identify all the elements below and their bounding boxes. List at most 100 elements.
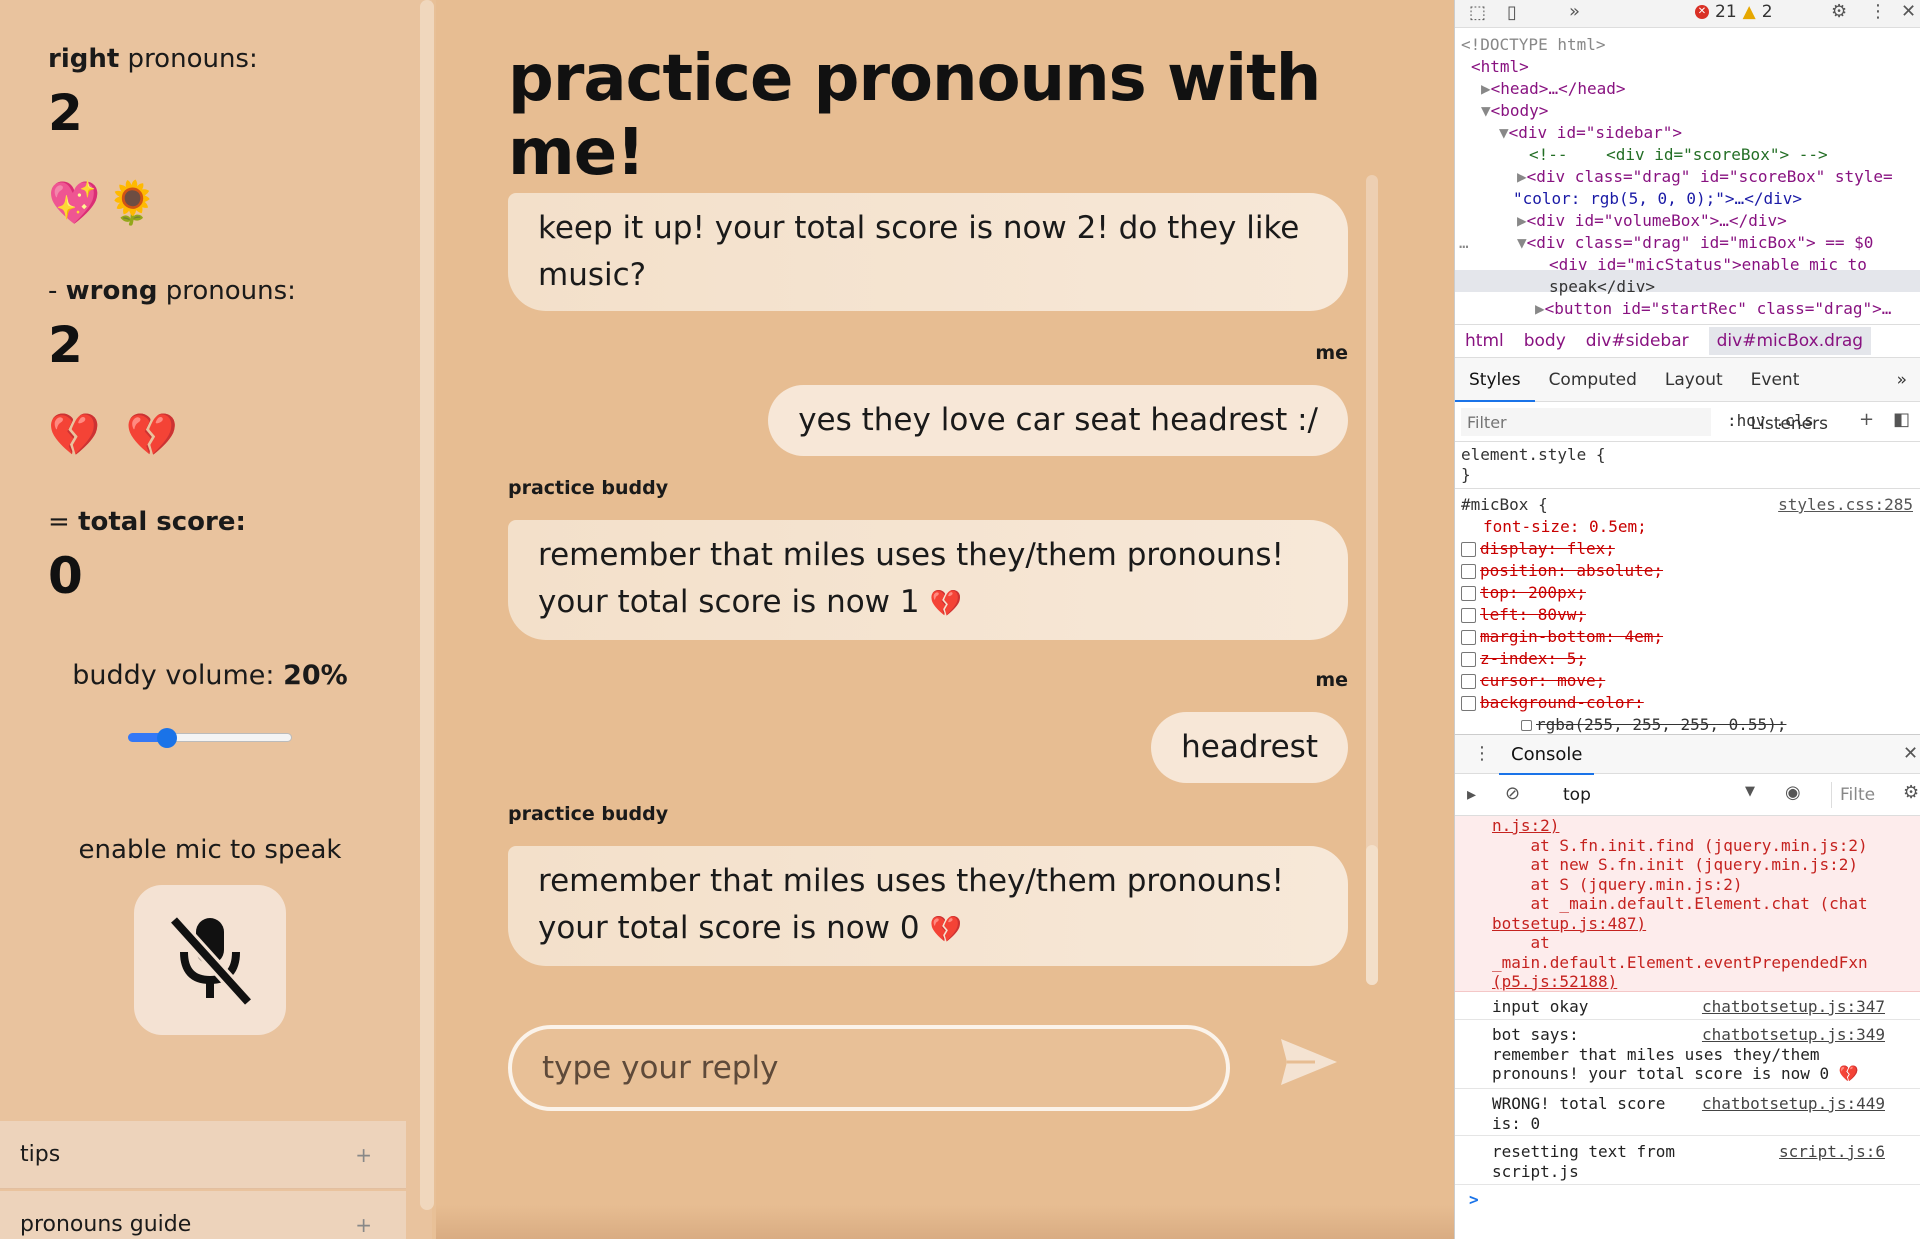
css-property[interactable]: font-size: 0.5em; (1483, 516, 1647, 538)
sidebar-scrollbar[interactable] (420, 0, 434, 1210)
more-panels-icon[interactable]: » (1569, 1, 1580, 22)
chat-log[interactable]: keep it up! your total score is now 2! d… (508, 175, 1348, 995)
clear-console-icon[interactable]: ⊘ (1505, 783, 1520, 804)
property-checkbox[interactable] (1461, 696, 1476, 711)
drawer-menu-icon[interactable]: ⋮ (1473, 743, 1491, 764)
add-rule-icon[interactable]: + (1859, 409, 1874, 430)
tab-event-listeners[interactable]: Event Listeners (1737, 358, 1883, 434)
collapse-arrow-icon[interactable]: ▼ (1481, 101, 1491, 120)
property-checkbox[interactable] (1461, 608, 1476, 623)
error-line[interactable]: (p5.js:52188) (1492, 972, 1617, 992)
dom-node[interactable]: <html> (1471, 56, 1529, 78)
css-value-line: rgba(255, 255, 255, 0.55); (1521, 714, 1786, 734)
send-button[interactable] (1276, 1035, 1342, 1091)
console-log[interactable]: n.js:2) at S.fn.init.find (jquery.min.js… (1455, 816, 1920, 1239)
context-selector[interactable]: top (1563, 785, 1591, 805)
dom-node[interactable]: ▶<button id="startRec" class="drag">… (1535, 298, 1891, 320)
log-source-link[interactable]: chatbotsetup.js:349 (1702, 1025, 1885, 1045)
dom-node[interactable]: ▼<body> (1481, 100, 1548, 122)
dom-node[interactable]: <!DOCTYPE html> (1461, 34, 1606, 56)
breadcrumb-item[interactable]: body (1524, 331, 1566, 351)
log-source-link[interactable]: chatbotsetup.js:449 (1702, 1094, 1885, 1114)
message-bubble-bot: remember that miles uses they/them prono… (508, 520, 1348, 640)
error-count: 21 (1715, 2, 1737, 22)
dom-node-selected[interactable]: ▼<div class="drag" id="micBox"> == $0 (1517, 232, 1873, 254)
kebab-menu-icon[interactable]: ⋮ (1869, 1, 1887, 22)
property-checkbox[interactable] (1461, 542, 1476, 557)
console-filter-input[interactable]: Filte (1831, 782, 1891, 808)
css-property-disabled[interactable]: position: absolute; (1461, 560, 1663, 582)
log-source-link[interactable]: script.js:6 (1779, 1142, 1885, 1162)
console-toolbar: ▸ ⊘ top ▼ ◉ Filte ⚙ (1455, 774, 1920, 816)
log-source-link[interactable]: chatbotsetup.js:347 (1702, 997, 1885, 1017)
error-line[interactable]: n.js:2) (1492, 816, 1559, 836)
elements-dom-tree[interactable]: <!DOCTYPE html> <html> ▶<head>…</head> ▼… (1455, 34, 1920, 324)
css-property-disabled[interactable]: left: 80vw; (1461, 604, 1586, 626)
issues-badge[interactable]: ✕ 21 ▲ 2 (1695, 2, 1773, 22)
breadcrumb-item[interactable]: html (1465, 331, 1504, 351)
volume-slider[interactable] (128, 728, 292, 748)
hov-cls-toggles[interactable]: :hov .cls (1727, 411, 1814, 430)
sidebar-toggle-icon[interactable]: ▸ (1467, 784, 1476, 805)
live-expression-eye-icon[interactable]: ◉ (1785, 782, 1801, 803)
dom-comment[interactable]: <!-- <div id="scoreBox"> --> (1529, 144, 1828, 166)
styles-pane[interactable]: element.style { } #micBox { styles.css:2… (1455, 442, 1920, 734)
total-score-label: = total score: (48, 507, 246, 537)
css-property-disabled[interactable]: cursor: move; (1461, 670, 1605, 692)
slider-thumb[interactable] (156, 728, 177, 748)
accordion-pronouns-guide[interactable]: pronouns guide + (0, 1191, 406, 1239)
console-settings-icon[interactable]: ⚙ (1903, 782, 1919, 803)
close-icon[interactable]: ✕ (1901, 1, 1916, 22)
expand-arrow-icon[interactable]: ▶ (1517, 211, 1527, 230)
dom-node[interactable]: <div id="micStatus">enable mic to (1549, 254, 1867, 276)
element-style-selector: element.style { (1461, 445, 1606, 464)
css-property-disabled[interactable]: top: 200px; (1461, 582, 1586, 604)
css-property-disabled[interactable]: display: flex; (1461, 538, 1615, 560)
accordion-tips[interactable]: tips + (0, 1121, 406, 1189)
property-checkbox[interactable] (1461, 674, 1476, 689)
dom-node[interactable]: ▶<div id="volumeBox">…</div> (1517, 210, 1787, 232)
collapse-arrow-icon[interactable]: ▼ (1499, 123, 1509, 142)
color-swatch[interactable] (1521, 720, 1532, 731)
breadcrumb-item[interactable]: div#sidebar (1586, 331, 1689, 351)
wrong-label-rest: pronouns: (157, 276, 296, 306)
chat-scroll-thumb[interactable] (1366, 845, 1378, 985)
tab-styles[interactable]: Styles (1455, 358, 1535, 402)
property-checkbox[interactable] (1461, 564, 1476, 579)
more-tabs-icon[interactable]: » (1883, 358, 1920, 402)
expand-arrow-icon[interactable]: ▶ (1517, 167, 1527, 186)
tab-console[interactable]: Console (1499, 735, 1595, 775)
css-property-disabled[interactable]: margin-bottom: 4em; (1461, 626, 1663, 648)
close-drawer-icon[interactable]: ✕ (1903, 743, 1918, 764)
settings-gear-icon[interactable]: ⚙ (1831, 1, 1847, 22)
console-log-entry: resetting text from script.js:6 script.j… (1455, 1137, 1920, 1185)
dom-node-text: <button id="startRec" class="drag">… (1544, 299, 1892, 318)
stylesheet-link[interactable]: styles.css:285 (1778, 494, 1913, 516)
dom-node[interactable]: ▼<div id="sidebar"> (1499, 122, 1682, 144)
console-prompt[interactable]: > (1469, 1190, 1479, 1210)
expand-arrow-icon[interactable]: ▶ (1481, 79, 1491, 98)
ellipsis-icon[interactable]: … (1459, 232, 1469, 254)
tab-layout[interactable]: Layout (1651, 358, 1737, 402)
toggle-sidebar-icon[interactable]: ◧ (1893, 409, 1910, 430)
error-line[interactable]: botsetup.js:487) (1492, 914, 1646, 934)
collapse-arrow-icon[interactable]: ▼ (1517, 233, 1527, 252)
property-checkbox[interactable] (1461, 630, 1476, 645)
dom-node[interactable]: ▶<div class="drag" id="scoreBox" style= (1517, 166, 1893, 188)
start-recording-button[interactable] (134, 885, 286, 1035)
css-property-disabled[interactable]: z-index: 5; (1461, 648, 1586, 670)
styles-filter-input[interactable] (1461, 408, 1711, 436)
tab-computed[interactable]: Computed (1535, 358, 1651, 402)
device-toggle-icon[interactable]: ▯ (1507, 2, 1517, 23)
chevron-down-icon[interactable]: ▼ (1745, 784, 1755, 799)
message-text: your total score is now 1 (538, 584, 930, 620)
property-checkbox[interactable] (1461, 652, 1476, 667)
css-property-disabled[interactable]: background-color: (1461, 692, 1644, 714)
inspect-element-icon[interactable]: ⬚ (1469, 2, 1486, 23)
expand-arrow-icon[interactable]: ▶ (1535, 299, 1545, 318)
breadcrumb-item-active[interactable]: div#micBox.drag (1708, 327, 1872, 355)
reply-input[interactable] (508, 1025, 1230, 1111)
dom-node[interactable]: ▶<head>…</head> (1481, 78, 1626, 100)
property-checkbox[interactable] (1461, 586, 1476, 601)
dom-node-text: <body> (1490, 101, 1549, 120)
